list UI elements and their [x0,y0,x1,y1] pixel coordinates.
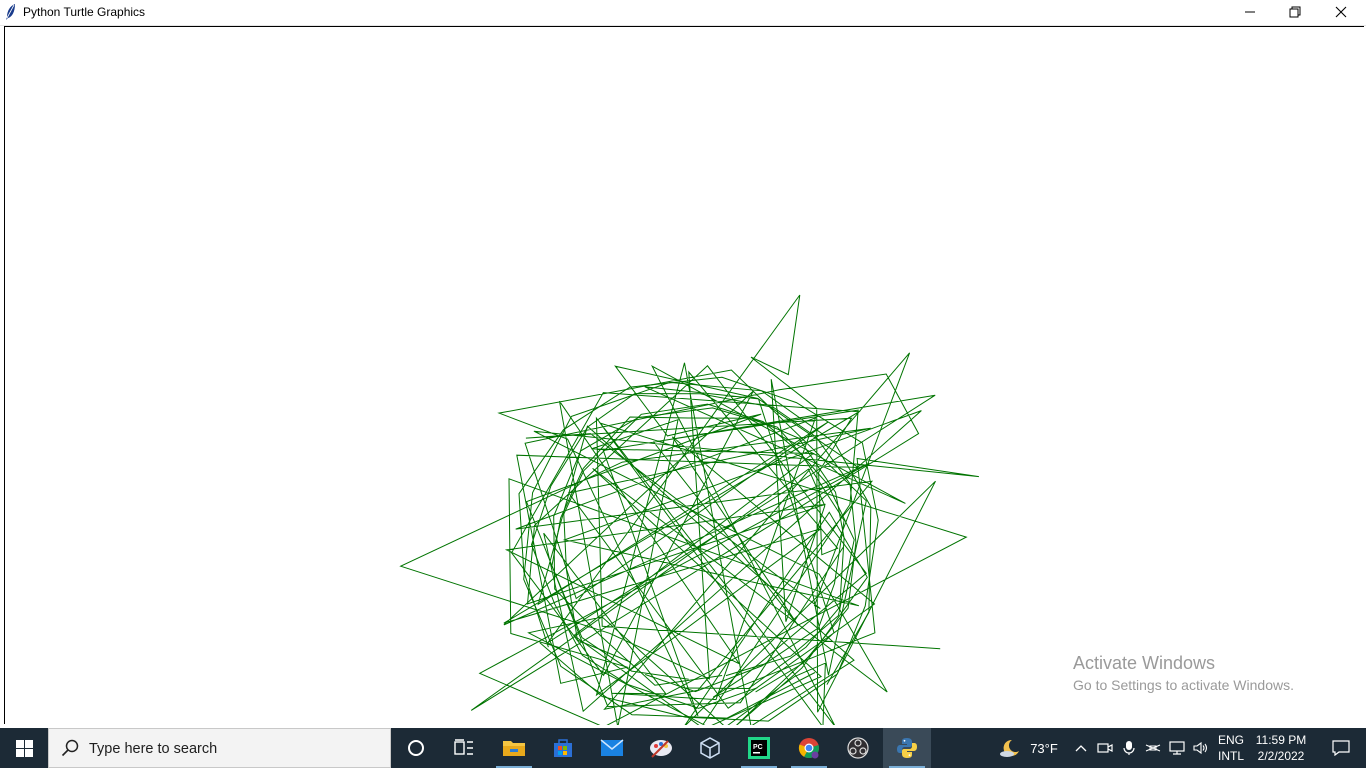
meet-now-button[interactable] [1094,728,1116,768]
mail-button[interactable] [588,728,636,768]
camera-icon [1097,743,1113,753]
moon-icon [1000,739,1019,757]
weather-temperature[interactable]: 73°F [1026,728,1062,768]
feather-icon [6,4,15,20]
pycharm-button[interactable]: PC [735,728,783,768]
obs-button[interactable] [834,728,882,768]
restore-icon [1289,6,1301,18]
obs-icon [847,737,869,759]
close-icon [1335,6,1347,18]
keyboard-button[interactable] [1142,728,1164,768]
activation-watermark: Activate Windows Go to Settings to activ… [1073,652,1294,695]
minimize-button[interactable] [1227,0,1273,24]
watermark-subtitle: Go to Settings to activate Windows. [1073,677,1294,693]
weather-button[interactable] [996,728,1024,768]
palette-icon [650,740,672,758]
chevron-up-icon [1075,745,1087,752]
chrome-button[interactable] [785,728,833,768]
language-indicator[interactable]: ENG INTL [1217,732,1245,764]
file-explorer-button[interactable] [490,728,538,768]
python-button[interactable] [883,728,931,768]
restore-button[interactable] [1272,0,1318,24]
turtle-canvas[interactable] [4,26,1364,725]
mail-icon [600,739,624,756]
title-bar[interactable]: Python Turtle Graphics [0,0,1366,26]
keyboard-icon [1145,744,1161,752]
virtualbox-button[interactable] [686,728,734,768]
search-icon [61,739,79,757]
minimize-icon [1245,11,1255,13]
chrome-icon [798,738,819,759]
pycharm-icon: PC [748,737,770,759]
watermark-title: Activate Windows [1073,653,1216,673]
folder-icon [503,741,525,756]
store-icon [554,739,572,757]
cortana-button[interactable] [392,728,440,768]
notifications-button[interactable] [1316,728,1366,768]
turtle-drawing [399,294,979,725]
weather-text: 73°F [1030,740,1058,756]
microphone-icon [1123,741,1135,755]
speaker-icon [1193,741,1208,755]
clock-time: 11:59 PM [1255,733,1307,747]
taskbar: Type here to search PC 73°F ENG INTL 11:… [0,728,1366,768]
microphone-button[interactable] [1118,728,1140,768]
task-view-icon [454,739,473,755]
turtle-path [399,294,979,725]
search-placeholder: Type here to search [89,741,218,757]
circle-icon [408,740,424,756]
notification-icon [1332,740,1350,756]
windows-logo-icon [15,739,33,757]
keyboard-layout: INTL [1217,749,1244,763]
network-button[interactable] [1166,728,1188,768]
task-view-button[interactable] [440,728,488,768]
svg-text:PC: PC [753,744,763,751]
clock-date: 2/2/2022 [1257,749,1305,763]
language-code: ENG [1217,733,1244,747]
window-title: Python Turtle Graphics [23,5,146,19]
cube-icon [700,737,720,759]
network-icon [1169,741,1185,755]
paint-button[interactable] [637,728,685,768]
python-icon [897,738,917,758]
close-button[interactable] [1318,0,1364,24]
volume-button[interactable] [1190,728,1212,768]
search-input[interactable]: Type here to search [48,728,391,768]
show-hidden-icons-button[interactable] [1070,728,1092,768]
clock[interactable]: 11:59 PM 2/2/2022 [1252,732,1310,764]
microsoft-store-button[interactable] [539,728,587,768]
start-button[interactable] [0,728,48,768]
